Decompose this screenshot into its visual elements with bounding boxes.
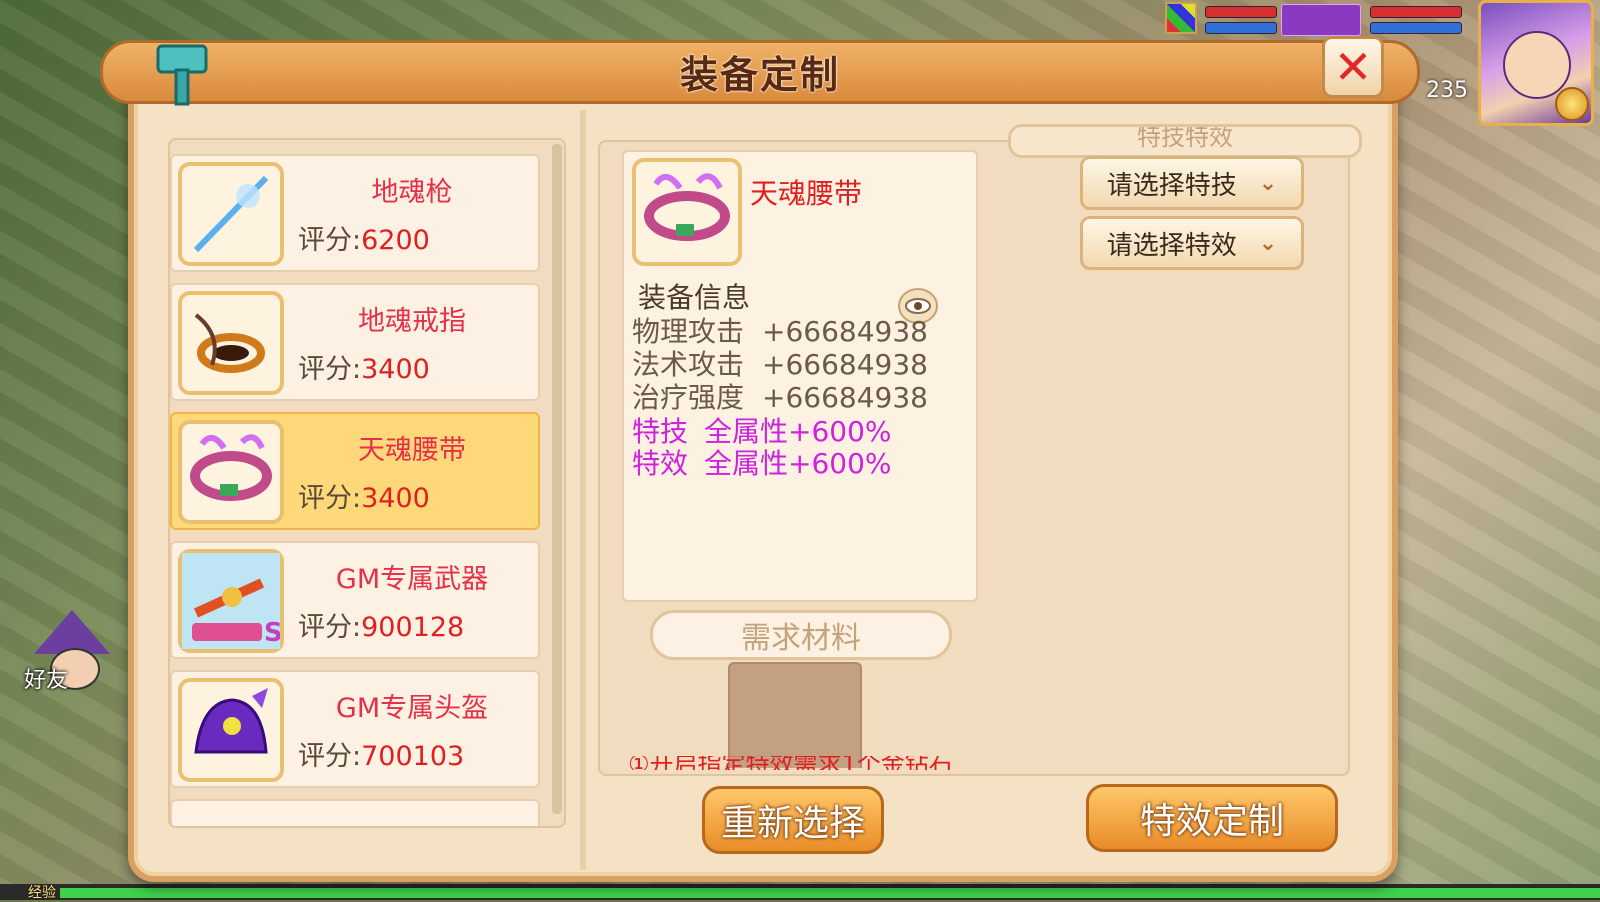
list-item-partial[interactable] bbox=[170, 799, 540, 826]
close-button[interactable]: ✕ bbox=[1322, 36, 1384, 98]
list-item[interactable]: 地魂戒指 评分:3400 bbox=[170, 283, 540, 401]
item-score: 评分:900128 bbox=[298, 612, 465, 643]
list-item[interactable]: 地魂枪 评分:6200 bbox=[170, 154, 540, 272]
ring-icon bbox=[178, 291, 284, 395]
list-scrollbar[interactable] bbox=[552, 144, 562, 814]
item-name: 地魂戒指 bbox=[358, 306, 466, 337]
spear-icon bbox=[178, 162, 284, 266]
item-name: GM专属武器 bbox=[335, 564, 489, 595]
materials-header: 需求材料 bbox=[650, 610, 952, 660]
chevron-down-icon: ⌄ bbox=[1258, 170, 1278, 196]
list-item[interactable]: GM专属头盔 评分:700103 bbox=[170, 670, 540, 788]
item-score: 评分:6200 bbox=[298, 225, 430, 256]
options-section-header: 特技特效 bbox=[1008, 124, 1362, 158]
item-name: GM专属头盔 bbox=[335, 693, 489, 724]
gm-helmet-icon bbox=[178, 678, 284, 782]
coin-icon bbox=[1555, 87, 1589, 121]
materials-note: ①开启指定特效需求1个金钻石 bbox=[628, 756, 953, 770]
customize-effect-button[interactable]: 特效定制 bbox=[1086, 784, 1338, 852]
list-item-selected[interactable]: 天魂腰带 评分:3400 bbox=[170, 412, 540, 530]
belt-icon bbox=[632, 158, 742, 266]
chevron-down-icon: ⌄ bbox=[1258, 230, 1278, 256]
pet-portrait[interactable] bbox=[1281, 4, 1361, 36]
pet-status-bars bbox=[1205, 2, 1365, 38]
svg-text:S: S bbox=[264, 618, 280, 648]
gm-weapon-icon: S bbox=[178, 549, 284, 653]
player-mp-bar bbox=[1370, 22, 1462, 34]
exp-bar-fill bbox=[60, 888, 1600, 898]
material-slot[interactable] bbox=[728, 662, 862, 768]
reselect-button[interactable]: 重新选择 bbox=[702, 786, 884, 854]
item-score: 评分:3400 bbox=[298, 354, 430, 385]
list-item[interactable]: S GM专属武器 评分:900128 bbox=[170, 541, 540, 659]
panel-title: 装备定制 bbox=[679, 53, 840, 97]
special-row: 特效 全属性+600% bbox=[632, 447, 892, 480]
player-hp-bar bbox=[1370, 6, 1462, 18]
belt-icon bbox=[178, 420, 284, 524]
item-score: 评分:700103 bbox=[298, 741, 465, 772]
mp-bar bbox=[1205, 22, 1277, 34]
exp-label: 经验 bbox=[28, 885, 56, 901]
gem-icon[interactable] bbox=[1165, 2, 1197, 34]
friend-label: 好友 bbox=[24, 668, 69, 693]
equipment-list[interactable]: 地魂枪 评分:6200 地魂戒指 评分:3400 天魂腰带 评分:3400 S … bbox=[168, 138, 566, 828]
close-icon: ✕ bbox=[1333, 40, 1373, 94]
selected-equipment-name: 天魂腰带 bbox=[750, 177, 863, 210]
hp-bar bbox=[1205, 6, 1277, 18]
item-name: 天魂腰带 bbox=[358, 435, 466, 466]
skill-dropdown[interactable]: 请选择特技 ⌄ bbox=[1080, 156, 1304, 210]
effect-dropdown[interactable]: 请选择特效 ⌄ bbox=[1080, 216, 1304, 270]
item-score: 评分:3400 bbox=[298, 483, 430, 514]
panel-divider bbox=[580, 110, 586, 870]
item-name: 地魂枪 bbox=[371, 177, 453, 208]
